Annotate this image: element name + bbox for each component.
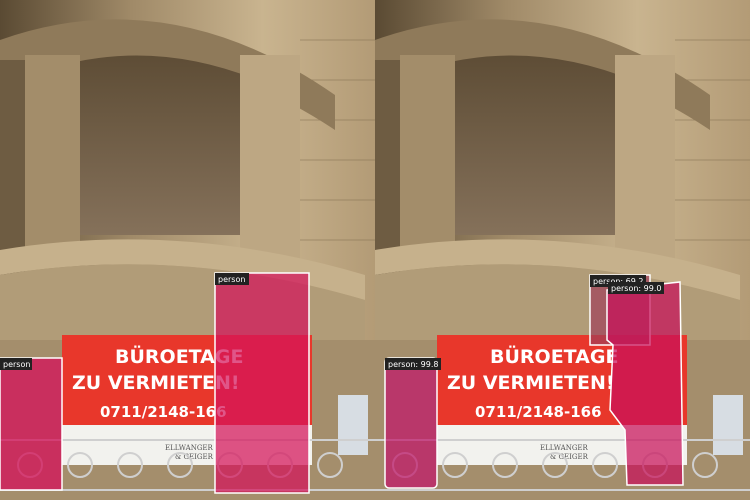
sign-company-bottom: & GEIGER [550,453,589,461]
person-mask [214,272,310,494]
right-panel: BÜROETAGE ZU VERMIETEN! 0711/2148-166 EL… [375,0,750,500]
person-detection-1: person: 99.8 [384,357,441,489]
person-detection-2: person [214,272,310,494]
person-mask [384,357,438,489]
detection-label: person [3,360,30,369]
window [713,395,743,455]
sign-company-top: ELLWANGER [165,444,214,452]
person-mask [0,357,63,491]
column-edge [0,60,25,260]
sign-phone: 0711/2148-166 [100,403,227,421]
building-scene-right: BÜROETAGE ZU VERMIETEN! 0711/2148-166 EL… [375,0,750,500]
left-panel: BÜROETAGE ZU VERMIETEN! 0711/2148-166 EL… [0,0,375,500]
building-scene-left: BÜROETAGE ZU VERMIETEN! 0711/2148-166 EL… [0,0,375,500]
detection-label: person [218,275,245,284]
window [338,395,368,455]
detection-label: person: 99.8 [388,360,438,369]
sign-line2: ZU VERMIETEN! [447,372,615,394]
sign-phone: 0711/2148-166 [475,403,602,421]
person-detection-1: person [0,357,63,491]
detection-label: person: 99.0 [611,284,661,293]
column-edge [375,60,400,260]
sign-line1: BÜROETAGE [490,344,618,368]
sign-company-bottom: & GEIGER [175,453,214,461]
comparison-image: BÜROETAGE ZU VERMIETEN! 0711/2148-166 EL… [0,0,750,500]
sign-company-top: ELLWANGER [540,444,589,452]
